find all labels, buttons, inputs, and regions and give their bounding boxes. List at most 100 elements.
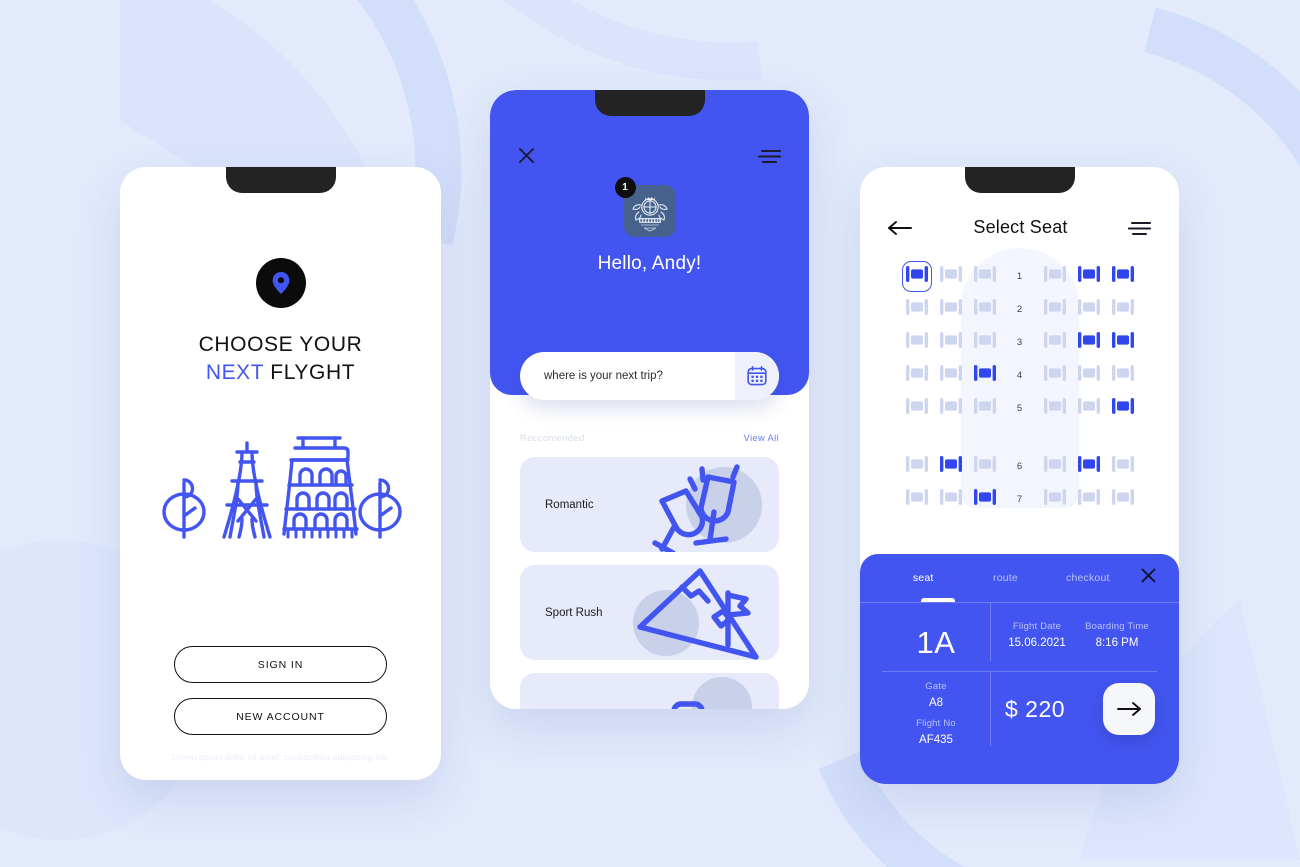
seat-icon	[1043, 398, 1066, 419]
seat-1-right-1-available[interactable]	[1038, 266, 1072, 287]
arrow-right-icon	[1117, 702, 1141, 716]
hamburger-glyph	[757, 149, 782, 163]
seat-5-left-1-available[interactable]	[900, 398, 934, 419]
seat-6-left-2-booked[interactable]	[934, 456, 968, 477]
seat-glyph	[1077, 266, 1100, 282]
seat-glyph	[905, 332, 928, 348]
hamburger-menu-icon[interactable]	[757, 148, 782, 164]
sign-in-button[interactable]: SIGN IN	[174, 646, 387, 683]
avatar[interactable]: 1	[614, 177, 676, 237]
seat-4-left-1-available[interactable]	[900, 365, 934, 386]
seat-glyph	[1043, 299, 1066, 315]
seat-icon	[939, 398, 962, 419]
view-all-link[interactable]: View All	[744, 433, 780, 444]
seat-icon	[905, 456, 928, 477]
seat-row: 6	[884, 450, 1155, 483]
seat-7-left-1-available[interactable]	[900, 489, 934, 510]
seat-glyph	[1111, 365, 1134, 381]
hamburger-menu-icon[interactable]	[1127, 220, 1152, 236]
seat-3-right-2-booked[interactable]	[1072, 332, 1106, 353]
seat-2-left-3-available[interactable]	[968, 299, 1002, 320]
seat-2-right-2-available[interactable]	[1072, 299, 1106, 320]
home-hero: 1 Hello, Andy! where is your next trip?	[490, 90, 809, 400]
seat-4-right-1-available[interactable]	[1038, 365, 1072, 386]
card-label: Sport Rush	[545, 606, 603, 619]
seat-1-right-3-booked[interactable]	[1106, 266, 1140, 287]
seat-3-left-2-available[interactable]	[934, 332, 968, 353]
seat-icon	[1111, 398, 1134, 419]
tab-checkout[interactable]: checkout	[1047, 572, 1129, 584]
seat-glyph	[905, 299, 928, 315]
seat-4-right-3-available[interactable]	[1106, 365, 1140, 386]
seat-icon	[1111, 456, 1134, 477]
arrow-left-icon[interactable]	[887, 220, 913, 236]
recommended-card-business-travel[interactable]: Business Travel	[520, 673, 779, 709]
seat-2-right-1-available[interactable]	[1038, 299, 1072, 320]
suitcase-glyph	[671, 677, 752, 709]
seat-3-left-3-available[interactable]	[968, 332, 1002, 353]
seat-icon	[1043, 332, 1066, 353]
seat-glyph	[1111, 332, 1134, 348]
phone-notch	[225, 167, 336, 193]
seat-5-right-2-available[interactable]	[1072, 398, 1106, 419]
continue-button[interactable]	[1103, 683, 1155, 735]
seat-row: 7	[884, 483, 1155, 516]
calendar-icon[interactable]	[735, 352, 779, 400]
seat-6-right-3-available[interactable]	[1106, 456, 1140, 477]
phone-notch	[964, 167, 1075, 193]
location-pin-glyph	[272, 272, 289, 294]
seat-7-right-1-available[interactable]	[1038, 489, 1072, 510]
seat-2-left-1-available[interactable]	[900, 299, 934, 320]
seat-icon	[1111, 489, 1134, 510]
seat-4-right-2-available[interactable]	[1072, 365, 1106, 386]
seat-icon	[939, 489, 962, 510]
seat-icon	[973, 266, 996, 287]
seat-2-left-2-available[interactable]	[934, 299, 968, 320]
recommended-card-sport-rush[interactable]: Sport Rush	[520, 565, 779, 660]
close-glyph	[1141, 568, 1156, 583]
seat-7-left-3-booked[interactable]	[968, 489, 1002, 510]
recommended-section: Reccomended View All Romantic Sport Rush	[490, 395, 809, 709]
seat-rows-container: 1 2 3 4 5 6 7	[884, 260, 1155, 516]
seat-glyph	[1043, 456, 1066, 472]
seat-6-right-1-available[interactable]	[1038, 456, 1072, 477]
flight-no-label: Flight No	[916, 718, 956, 729]
seat-7-left-2-available[interactable]	[934, 489, 968, 510]
tab-route[interactable]: route	[964, 572, 1046, 584]
seat-1-left-3-available[interactable]	[968, 266, 1002, 287]
seat-5-left-2-available[interactable]	[934, 398, 968, 419]
seat-3-left-1-available[interactable]	[900, 332, 934, 353]
seat-2-right-3-available[interactable]	[1106, 299, 1140, 320]
seat-1-left-1-selected[interactable]	[900, 261, 934, 292]
seat-icon	[1077, 332, 1100, 353]
recommended-card-romantic[interactable]: Romantic	[520, 457, 779, 552]
seat-4-left-3-booked[interactable]	[968, 365, 1002, 386]
close-icon[interactable]	[517, 146, 536, 165]
tab-seat[interactable]: seat	[882, 572, 964, 584]
seat-3-right-1-available[interactable]	[1038, 332, 1072, 353]
landmarks-illustration	[158, 419, 403, 544]
search-input[interactable]	[520, 352, 735, 400]
phone-screen-select-seat: Select Seat 1 2 3 4 5 6 7 seat route checkout	[860, 167, 1179, 784]
seat-5-right-3-booked[interactable]	[1106, 398, 1140, 419]
seat-3-right-3-booked[interactable]	[1106, 332, 1140, 353]
seat-icon	[905, 332, 928, 353]
seat-6-right-2-booked[interactable]	[1072, 456, 1106, 477]
seat-icon	[905, 365, 928, 386]
seat-7-right-2-available[interactable]	[1072, 489, 1106, 510]
seat-7-right-3-available[interactable]	[1106, 489, 1140, 510]
seat-1-left-2-available[interactable]	[934, 266, 968, 287]
close-icon[interactable]	[1129, 567, 1157, 589]
sheet-tabs: seat route checkout	[882, 554, 1157, 602]
seat-6-left-1-available[interactable]	[900, 456, 934, 477]
active-tab-indicator	[921, 598, 955, 602]
seat-icon	[1077, 266, 1100, 287]
seat-1-right-2-booked[interactable]	[1072, 266, 1106, 287]
new-account-button[interactable]: NEW ACCOUNT	[174, 698, 387, 735]
seat-5-left-3-available[interactable]	[968, 398, 1002, 419]
flight-date-field: Flight Date 15.06.2021	[997, 621, 1077, 649]
seat-4-left-2-available[interactable]	[934, 365, 968, 386]
seat-row-number: 5	[1016, 403, 1023, 414]
seat-5-right-1-available[interactable]	[1038, 398, 1072, 419]
seat-6-left-3-available[interactable]	[968, 456, 1002, 477]
